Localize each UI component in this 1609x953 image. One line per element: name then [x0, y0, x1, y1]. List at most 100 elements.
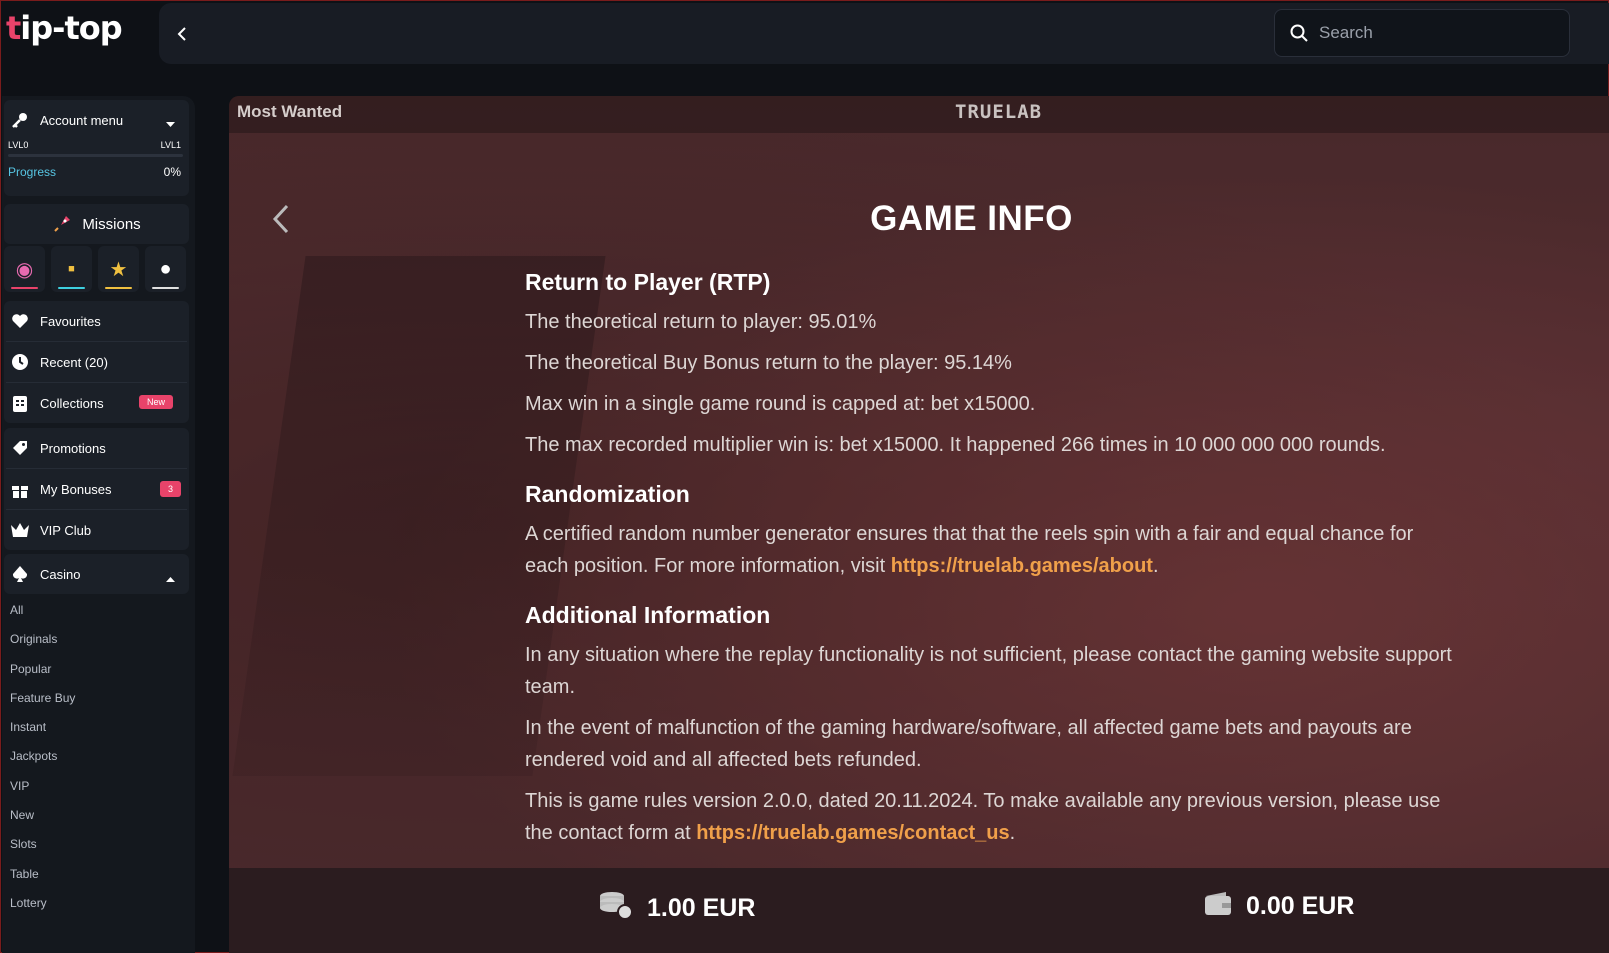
spade-icon	[10, 564, 30, 584]
missions-label: Missions	[82, 215, 141, 233]
rtp-line: The theoretical return to player: 95.01%	[525, 311, 877, 333]
game-header: Most Wanted TRUELAB	[229, 96, 1609, 133]
rtp-line: Max win in a single game round is capped…	[525, 393, 1036, 415]
mission-tiles: ◉ ■ ★ ●	[4, 246, 186, 292]
recent-label: Recent (20)	[40, 354, 108, 370]
category-popular[interactable]: Popular	[4, 655, 189, 684]
sidebar-item-favourites[interactable]: Favourites	[4, 301, 189, 341]
search-box[interactable]	[1274, 9, 1570, 57]
category-instant[interactable]: Instant	[4, 713, 189, 742]
rtp-line: The max recorded multiplier win is: bet …	[525, 434, 1386, 456]
additional-info-text: In the event of malfunction of the gamin…	[525, 717, 1412, 771]
mission-tile-store[interactable]: ■	[51, 246, 92, 292]
trophy-icon: ★	[109, 258, 128, 281]
mission-tile-games[interactable]: ●	[145, 246, 186, 292]
search-icon	[1290, 24, 1308, 42]
level-labels: LVL0 LVL1	[4, 140, 189, 150]
additional-info-text: In any situation where the replay functi…	[525, 644, 1452, 698]
caret-up-icon	[166, 570, 175, 585]
sidebar-item-recent[interactable]: Recent (20)	[4, 342, 189, 382]
tag-icon	[10, 438, 30, 458]
key-icon	[10, 110, 30, 130]
randomization-heading: Randomization	[525, 481, 690, 507]
search-input[interactable]	[1319, 23, 1539, 43]
wheel-icon: ◉	[15, 258, 34, 281]
level-start: LVL0	[8, 140, 29, 150]
account-menu-label: Account menu	[40, 112, 124, 128]
progress-label: Progress	[8, 165, 57, 179]
category-lottery[interactable]: Lottery	[4, 889, 189, 918]
game-title: Most Wanted	[237, 102, 343, 121]
chevron-left-icon	[177, 27, 186, 41]
sidebar-item-my-bonuses[interactable]: My Bonuses 3	[4, 469, 189, 509]
sidebar-item-vip-club[interactable]: VIP Club	[4, 510, 189, 550]
my-bonuses-label: My Bonuses	[40, 481, 112, 497]
rocket-icon	[52, 214, 72, 234]
balance-display: 0.00 EUR	[1204, 890, 1354, 923]
game-info-panel: GAME INFO Return to Player (RTP) The the…	[229, 133, 1609, 868]
collections-label: Collections	[40, 395, 104, 411]
about-link[interactable]: https://truelab.games/about	[891, 555, 1153, 577]
balance-amount: 0.00 EUR	[1246, 892, 1355, 920]
bet-amount: 1.00 EUR	[647, 894, 756, 922]
heart-icon	[10, 311, 30, 331]
provider-logo: TRUELAB	[955, 101, 1043, 123]
rtp-section: Return to Player (RTP) The theoretical r…	[525, 269, 1455, 461]
rtp-heading: Return to Player (RTP)	[525, 269, 771, 295]
category-originals[interactable]: Originals	[4, 625, 189, 654]
bonus-count-badge: 3	[160, 481, 181, 497]
bet-display: 1.00 EUR	[599, 890, 755, 927]
gift-icon	[10, 479, 30, 499]
rtp-line: The theoretical Buy Bonus return to the …	[525, 352, 1012, 374]
randomization-section: Randomization A certified random number …	[525, 481, 1455, 582]
contact-link[interactable]: https://truelab.games/contact_us	[696, 822, 1009, 844]
store-icon: ■	[68, 263, 75, 275]
category-slots[interactable]: Slots	[4, 830, 189, 859]
favourites-label: Favourites	[40, 313, 101, 329]
coins-icon	[599, 890, 633, 927]
casino-category-list: All Originals Popular Feature Buy Instan…	[4, 596, 189, 918]
account-menu-toggle[interactable]: Account menu	[4, 100, 189, 140]
sidebar-item-collections[interactable]: Collections New	[4, 383, 189, 423]
sidebar: Account menu LVL0 LVL1 Progress 0% Missi…	[2, 96, 195, 953]
logo-accent: t	[6, 9, 21, 47]
game-info-content: Return to Player (RTP) The theoretical r…	[525, 269, 1455, 869]
wallet-icon	[1204, 890, 1232, 923]
collapse-sidebar-button[interactable]	[167, 19, 197, 49]
game-info-heading: GAME INFO	[870, 199, 1073, 238]
category-vip[interactable]: VIP	[4, 772, 189, 801]
collections-icon	[10, 393, 30, 413]
progress-value: 0%	[163, 165, 181, 179]
quick-links: Favourites Recent (20) Collections New	[4, 301, 189, 423]
crown-icon	[10, 520, 30, 540]
bonus-links: Promotions My Bonuses 3 VIP Club	[4, 428, 189, 550]
additional-info-heading: Additional Information	[525, 602, 771, 628]
category-all[interactable]: All	[4, 596, 189, 625]
top-bar	[159, 3, 1609, 64]
game-footer: 1.00 EUR 0.00 EUR	[229, 868, 1609, 953]
category-jackpots[interactable]: Jackpots	[4, 742, 189, 771]
mission-tile-trophy[interactable]: ★	[98, 246, 139, 292]
randomization-text: A certified random number generator ensu…	[525, 523, 1414, 577]
mission-tile-wheel[interactable]: ◉	[4, 246, 45, 292]
new-badge: New	[138, 395, 173, 409]
clock-icon	[10, 352, 30, 372]
additional-info-text: This is game rules version 2.0.0, dated …	[525, 790, 1441, 844]
casino-label: Casino	[40, 566, 81, 582]
promotions-label: Promotions	[40, 440, 106, 456]
caret-down-icon	[166, 116, 175, 131]
category-feature-buy[interactable]: Feature Buy	[4, 684, 189, 713]
category-table[interactable]: Table	[4, 860, 189, 889]
account-card: Account menu LVL0 LVL1 Progress 0%	[4, 100, 189, 196]
casino-header[interactable]: Casino	[4, 554, 189, 594]
sidebar-item-promotions[interactable]: Promotions	[4, 428, 189, 468]
vip-club-label: VIP Club	[40, 522, 92, 538]
logo-text: ip-top	[20, 9, 122, 47]
logo[interactable]: tip-top	[6, 9, 123, 47]
category-new[interactable]: New	[4, 801, 189, 830]
level-end: LVL1	[160, 140, 181, 150]
missions-button[interactable]: Missions	[4, 204, 189, 244]
gamepad-icon: ●	[159, 257, 172, 280]
progress-row: Progress 0%	[4, 157, 189, 179]
game-frame: Most Wanted TRUELAB GAME INFO Return to …	[229, 96, 1609, 953]
